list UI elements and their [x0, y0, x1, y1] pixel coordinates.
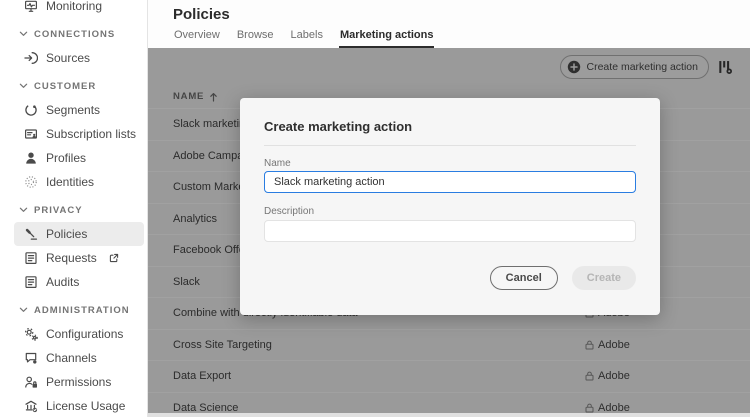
sidebar-item-license-usage[interactable]: License Usage [14, 394, 144, 417]
sidebar-item-monitoring[interactable]: Monitoring [14, 0, 144, 18]
sidebar-item-policies[interactable]: Policies [14, 222, 144, 246]
identities-icon [25, 176, 37, 188]
sidebar-item-permissions[interactable]: Permissions [14, 370, 144, 394]
requests-icon [25, 252, 37, 265]
name-field-label: Name [264, 158, 291, 169]
sidebar-section-label: PRIVACY [34, 204, 83, 216]
dialog-title: Create marketing action [264, 119, 413, 134]
sidebar-item-label: Profiles [46, 151, 87, 165]
sidebar-item-label: Permissions [46, 375, 112, 389]
sidebar-item-label: Channels [46, 351, 97, 365]
sidebar-section-privacy[interactable]: PRIVACY [0, 198, 147, 222]
sidebar-item-label: Configurations [46, 327, 124, 341]
sidebar-item-label: Policies [46, 227, 88, 241]
sidebar-item-sources[interactable]: Sources [14, 46, 144, 70]
subscription-lists-icon [25, 129, 38, 139]
sidebar-item-label: Identities [46, 175, 95, 189]
chevron-down-icon [19, 83, 28, 88]
sidebar-section-label: ADMINISTRATION [34, 304, 130, 316]
sidebar-item-segments[interactable]: Segments [14, 98, 144, 122]
sidebar-section-administration[interactable]: ADMINISTRATION [0, 298, 147, 322]
monitoring-icon [25, 0, 38, 12]
name-input[interactable] [264, 171, 636, 193]
sidebar: Monitoring CONNECTIONS Sources CUSTOMER … [0, 0, 148, 417]
tab-bar: Overview Browse Labels Marketing actions [173, 29, 435, 48]
sidebar-item-label: Monitoring [46, 0, 103, 13]
license-usage-icon [25, 400, 38, 413]
sidebar-item-label: License Usage [46, 399, 126, 413]
channels-icon [25, 352, 37, 364]
sidebar-item-label: Subscription lists [46, 127, 137, 141]
sidebar-section-connections[interactable]: CONNECTIONS [0, 22, 147, 46]
permissions-icon [25, 376, 37, 388]
page-title: Policies [173, 6, 230, 23]
policies-icon [25, 228, 38, 240]
tab-overview[interactable]: Overview [173, 29, 221, 48]
sidebar-item-configurations[interactable]: Configurations [14, 322, 144, 346]
sidebar-item-requests[interactable]: Requests [14, 246, 144, 270]
description-field-label: Description [264, 206, 315, 217]
dialog-divider [264, 145, 636, 146]
sidebar-item-label: Requests [46, 251, 97, 265]
sidebar-section-label: CONNECTIONS [34, 28, 116, 40]
description-input[interactable] [264, 220, 636, 242]
main-header: Policies Overview Browse Labels Marketin… [148, 0, 750, 48]
chevron-down-icon [19, 31, 28, 36]
sidebar-item-label: Segments [46, 103, 101, 117]
configurations-icon [24, 327, 38, 341]
create-marketing-action-dialog: Create marketing action Name Description… [240, 98, 660, 315]
sidebar-item-label: Audits [46, 275, 80, 289]
sidebar-item-channels[interactable]: Channels [14, 346, 144, 370]
sidebar-section-label: CUSTOMER [34, 80, 97, 92]
chevron-down-icon [19, 307, 28, 312]
tab-marketing-actions[interactable]: Marketing actions [338, 29, 435, 48]
sidebar-item-audits[interactable]: Audits [14, 270, 144, 294]
sidebar-item-profiles[interactable]: Profiles [14, 146, 144, 170]
segments-icon [25, 104, 37, 116]
sidebar-section-customer[interactable]: CUSTOMER [0, 74, 147, 98]
sidebar-item-subscription-lists[interactable]: Subscription lists [14, 122, 144, 146]
chevron-down-icon [19, 207, 28, 212]
sidebar-item-label: Sources [46, 51, 91, 65]
sources-icon [24, 52, 38, 64]
dialog-actions: Cancel Create [489, 266, 636, 290]
create-button[interactable]: Create [571, 266, 636, 290]
tab-browse[interactable]: Browse [236, 29, 275, 48]
profiles-icon [26, 152, 36, 164]
audits-icon [25, 276, 37, 289]
sidebar-item-identities[interactable]: Identities [14, 170, 144, 194]
horizontal-scrollbar[interactable] [148, 413, 750, 417]
external-link-icon [109, 253, 119, 263]
cancel-button[interactable]: Cancel [489, 266, 558, 290]
tab-labels[interactable]: Labels [290, 29, 324, 48]
